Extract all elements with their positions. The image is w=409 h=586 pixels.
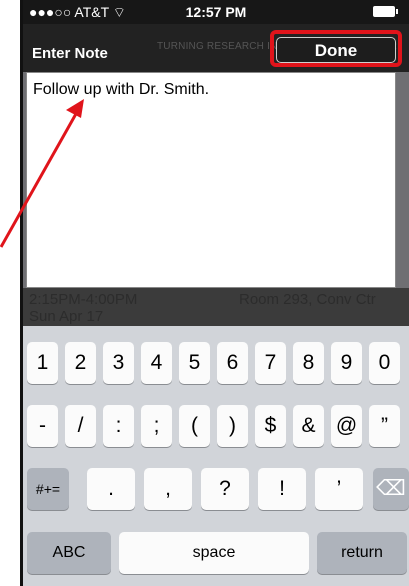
note-textarea[interactable]: Follow up with Dr. Smith. — [26, 72, 396, 288]
key-open-paren[interactable]: ( — [179, 405, 210, 447]
key-question[interactable]: ? — [201, 468, 249, 510]
key-quote[interactable]: ” — [369, 405, 400, 447]
keyboard: 1 2 3 4 5 6 7 8 9 0 - / : ; ( ) $ & @ ” … — [23, 326, 409, 586]
key-abc[interactable]: ABC — [27, 532, 111, 574]
page-title: Enter Note — [32, 45, 108, 62]
key-period[interactable]: . — [87, 468, 135, 510]
note-text: Follow up with Dr. Smith. — [33, 81, 210, 98]
session-info-underlay: 2:15PM-4:00PM Room 293, Conv Ctr Sun Apr… — [23, 288, 409, 326]
key-space[interactable]: space — [119, 532, 309, 574]
key-2[interactable]: 2 — [65, 342, 96, 384]
key-3[interactable]: 3 — [103, 342, 134, 384]
key-0[interactable]: 0 — [369, 342, 400, 384]
key-return[interactable]: return — [317, 532, 407, 574]
key-apostrophe[interactable]: ’ — [315, 468, 363, 510]
key-slash[interactable]: / — [65, 405, 96, 447]
key-colon[interactable]: : — [103, 405, 134, 447]
key-more-symbols[interactable]: #+= — [27, 468, 69, 510]
session-time: 2:15PM-4:00PM — [29, 291, 138, 308]
status-bar: ●●●○○ AT&T ⌔ 12:57 PM — [23, 0, 409, 24]
key-6[interactable]: 6 — [217, 342, 248, 384]
key-7[interactable]: 7 — [255, 342, 286, 384]
key-exclamation[interactable]: ! — [258, 468, 306, 510]
key-close-paren[interactable]: ) — [217, 405, 248, 447]
key-hyphen[interactable]: - — [27, 405, 58, 447]
key-9[interactable]: 9 — [331, 342, 362, 384]
phone-screen: ●●●○○ AT&T ⌔ 12:57 PM TURNING RESEARCH I… — [20, 0, 409, 586]
key-ampersand[interactable]: & — [293, 405, 324, 447]
key-8[interactable]: 8 — [293, 342, 324, 384]
key-4[interactable]: 4 — [141, 342, 172, 384]
delete-icon[interactable]: ⌫ — [373, 468, 409, 510]
key-1[interactable]: 1 — [27, 342, 58, 384]
key-comma[interactable]: , — [144, 468, 192, 510]
key-5[interactable]: 5 — [179, 342, 210, 384]
session-date: Sun Apr 17 — [29, 308, 104, 325]
status-time: 12:57 PM — [185, 4, 247, 20]
key-at[interactable]: @ — [331, 405, 362, 447]
key-semicolon[interactable]: ; — [141, 405, 172, 447]
session-room: Room 293, Conv Ctr — [239, 291, 376, 308]
key-dollar[interactable]: $ — [255, 405, 286, 447]
done-highlight-box — [270, 30, 402, 67]
battery-icon — [373, 6, 398, 17]
